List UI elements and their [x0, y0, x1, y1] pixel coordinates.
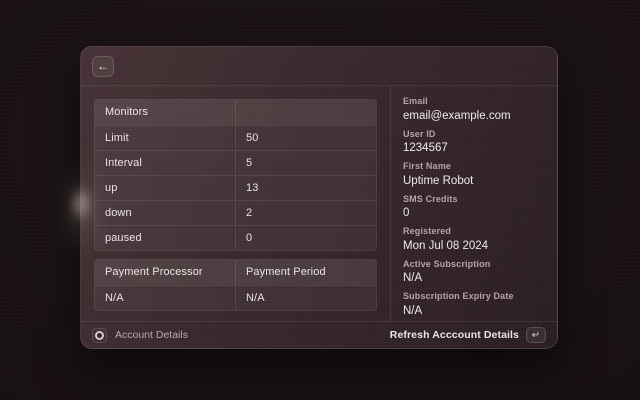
monitors-header-cell: Monitors: [95, 100, 236, 125]
details-sidebar: Email email@example.com User ID 1234567 …: [390, 86, 557, 321]
table-row: paused 0: [95, 225, 376, 250]
subscription-expiry-field: Subscription Expiry Date N/A: [403, 291, 545, 318]
limit-label: Limit: [95, 125, 236, 150]
field-value: 0: [403, 207, 545, 220]
payment-processor-header: Payment Processor: [95, 260, 236, 285]
field-value: 1234567: [403, 142, 545, 155]
field-label: Email: [403, 96, 545, 106]
limit-value: 50: [236, 125, 377, 150]
active-subscription-field: Active Subscription N/A: [403, 259, 545, 286]
field-label: User ID: [403, 129, 545, 139]
sms-credits-field: SMS Credits 0: [403, 194, 545, 221]
window-body: Monitors Limit 50 Interval 5: [81, 86, 557, 321]
payment-processor-value: N/A: [95, 285, 236, 310]
footer-title: Account Details: [115, 329, 188, 341]
payment-table: Payment Processor Payment Period N/A N/A: [94, 259, 377, 311]
table-row: up 13: [95, 175, 376, 200]
enter-key-icon: ↵: [526, 327, 546, 343]
table-row: Limit 50: [95, 125, 376, 150]
field-label: Subscription Expiry Date: [403, 291, 545, 301]
account-details-window: ← Monitors Limit 50: [80, 46, 558, 349]
table-row: Interval 5: [95, 150, 376, 175]
field-label: SMS Credits: [403, 194, 545, 204]
paused-label: paused: [95, 225, 236, 250]
payment-period-header: Payment Period: [236, 260, 377, 285]
back-arrow-icon: ←: [97, 59, 109, 73]
up-value: 13: [236, 175, 377, 200]
paused-value: 0: [236, 225, 377, 250]
desktop-background: ← Monitors Limit 50: [0, 0, 640, 400]
field-value: Mon Jul 08 2024: [403, 240, 545, 253]
registered-field: Registered Mon Jul 08 2024: [403, 226, 545, 253]
down-value: 2: [236, 200, 377, 225]
field-label: Registered: [403, 226, 545, 236]
interval-value: 5: [236, 150, 377, 175]
payment-period-value: N/A: [236, 285, 377, 310]
down-label: down: [95, 200, 236, 225]
field-label: First Name: [403, 161, 545, 171]
refresh-label: Refresh Acccount Details: [390, 329, 519, 341]
first-name-field: First Name Uptime Robot: [403, 161, 545, 188]
refresh-account-details-button[interactable]: Refresh Acccount Details ↵: [390, 327, 546, 343]
field-value: N/A: [403, 305, 545, 318]
up-label: up: [95, 175, 236, 200]
table-row: N/A N/A: [95, 285, 376, 310]
field-value: N/A: [403, 272, 545, 285]
empty-header-cell: [236, 100, 377, 125]
main-panel: Monitors Limit 50 Interval 5: [81, 86, 390, 321]
table-header-row: Monitors: [95, 100, 376, 125]
window-header: ←: [81, 47, 557, 86]
table-row: down 2: [95, 200, 376, 225]
user-id-field: User ID 1234567: [403, 129, 545, 156]
table-header-row: Payment Processor Payment Period: [95, 260, 376, 285]
back-button[interactable]: ←: [92, 56, 114, 77]
interval-label: Interval: [95, 150, 236, 175]
footer-bar: Account Details Refresh Acccount Details…: [81, 321, 557, 348]
field-value: Uptime Robot: [403, 175, 545, 188]
email-field: Email email@example.com: [403, 96, 545, 123]
footer-status: Account Details: [92, 328, 188, 343]
field-label: Active Subscription: [403, 259, 545, 269]
monitors-table: Monitors Limit 50 Interval 5: [94, 99, 377, 251]
record-circle-icon: [92, 328, 107, 343]
field-value: email@example.com: [403, 110, 545, 123]
